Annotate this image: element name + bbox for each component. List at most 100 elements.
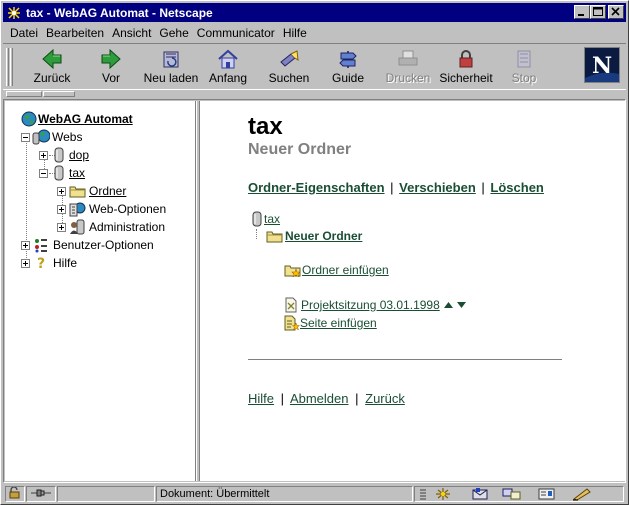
page-subtitle: Neuer Ordner <box>248 141 352 158</box>
navigation-toolbar: Zurück Vor Neu laden Anfang Suchen Guide… <box>3 43 626 90</box>
forward-button[interactable]: Vor <box>82 46 140 88</box>
expand-toggle[interactable] <box>57 222 66 232</box>
collapse-toggle[interactable] <box>39 168 48 178</box>
navigation-frame[interactable]: WebAG Automat Webs dop tax Ordner Web-Op… <box>5 101 196 481</box>
maximize-icon <box>593 7 603 16</box>
insert-page-item[interactable]: Seite einfügen <box>284 315 377 331</box>
menu-bar: Datei Bearbeiten Ansicht Gehe Communicat… <box>3 23 626 42</box>
new-folder-icon <box>284 265 301 277</box>
back-button[interactable]: Zurück <box>23 46 81 88</box>
menu-bearbeiten[interactable]: Bearbeiten <box>42 26 108 40</box>
progress-area <box>57 486 155 502</box>
expand-toggle[interactable] <box>57 204 66 214</box>
tree-item-hilfe[interactable]: ? Hilfe <box>21 254 77 272</box>
reload-button[interactable]: Neu laden <box>142 46 200 88</box>
web-options-icon <box>69 202 86 217</box>
expand-toggle[interactable] <box>39 150 48 160</box>
tree-item-benutzer-optionen[interactable]: Benutzer-Optionen <box>21 236 154 254</box>
print-icon <box>398 50 418 66</box>
divider <box>248 359 562 361</box>
toolbar-grip[interactable] <box>6 48 9 86</box>
close-button[interactable] <box>608 5 624 19</box>
print-button[interactable]: Drucken <box>379 46 437 88</box>
unlocked-padlock-icon <box>9 487 20 499</box>
menu-communicator[interactable]: Communicator <box>193 26 279 40</box>
administration-icon <box>70 219 85 235</box>
tree-item-dop[interactable]: dop <box>39 146 89 164</box>
help-question-icon: ? <box>37 256 45 271</box>
tree-item-web-optionen[interactable]: Web-Optionen <box>57 200 166 218</box>
tree-item-webs[interactable]: Webs <box>21 128 82 146</box>
guide-signpost-icon <box>339 51 357 68</box>
move-up-arrow-icon[interactable] <box>443 301 454 309</box>
collapse-toggle[interactable] <box>21 132 30 142</box>
menu-hilfe[interactable]: Hilfe <box>279 26 311 40</box>
stop-button[interactable]: Stop <box>495 46 553 88</box>
title-bar[interactable]: tax - WebAG Automat - Netscape <box>3 3 626 22</box>
toolbar-tab[interactable] <box>43 91 75 97</box>
security-button[interactable]: Sicherheit <box>437 46 495 88</box>
tree-item-ordner[interactable]: Ordner <box>57 182 126 200</box>
svg-text:N: N <box>592 53 612 79</box>
tree-hilfe-label: Hilfe <box>53 256 78 270</box>
maximize-button[interactable] <box>590 5 606 19</box>
page-link: Projektsitzung 03.01.1998 <box>301 298 440 312</box>
content-tree-folder[interactable]: Neuer Ordner <box>266 229 362 243</box>
expand-toggle[interactable] <box>57 186 66 196</box>
minimize-button[interactable] <box>574 5 590 19</box>
back-arrow-icon <box>42 48 62 70</box>
move-down-arrow-icon[interactable] <box>456 301 467 309</box>
footer-links: Hilfe | Abmelden | Zurück <box>248 391 405 406</box>
svg-text:?: ? <box>37 256 45 271</box>
edit-pencil-component-icon[interactable] <box>571 487 593 501</box>
insert-folder-link: Ordner einfügen <box>302 263 389 277</box>
netscape-logo[interactable]: N <box>584 47 620 83</box>
connection-status[interactable] <box>26 486 56 502</box>
tree-item-root[interactable]: WebAG Automat <box>21 110 133 128</box>
page-item[interactable]: Projektsitzung 03.01.1998 <box>284 297 467 313</box>
folder-actions: Ordner-Eigenschaften | Verschieben | Lös… <box>248 180 544 195</box>
tree-web-optionen-label: Web-Optionen <box>89 202 167 216</box>
navigator-component-icon[interactable] <box>435 487 453 501</box>
folder-properties-link[interactable]: Ordner-Eigenschaften <box>248 180 385 195</box>
toolbar-grip[interactable] <box>10 48 13 86</box>
footer-logout-link[interactable]: Abmelden <box>290 391 349 406</box>
security-status[interactable] <box>5 486 25 502</box>
status-text: Dokument: Übermittelt <box>156 486 413 502</box>
menu-ansicht[interactable]: Ansicht <box>108 26 155 40</box>
move-link[interactable]: Verschieben <box>399 180 476 195</box>
content-tree-root[interactable]: tax <box>252 211 280 227</box>
expand-toggle[interactable] <box>21 258 30 268</box>
composer-component-icon[interactable] <box>537 487 557 501</box>
menu-gehe[interactable]: Gehe <box>155 26 192 40</box>
tree-tax-label: tax <box>69 166 86 180</box>
home-button[interactable]: Anfang <box>199 46 257 88</box>
folder-icon <box>69 186 86 198</box>
delete-link[interactable]: Löschen <box>490 180 543 195</box>
tree-benutzer-optionen-label: Benutzer-Optionen <box>53 238 154 252</box>
search-button[interactable]: Suchen <box>260 46 318 88</box>
forward-arrow-icon <box>101 48 121 70</box>
nav-tree: WebAG Automat Webs dop tax Ordner Web-Op… <box>5 101 195 481</box>
tree-item-tax[interactable]: tax <box>39 164 85 182</box>
webs-server-icon <box>32 129 50 145</box>
netscape-app-icon <box>6 5 22 21</box>
home-icon <box>218 49 238 69</box>
mail-component-icon[interactable] <box>471 487 491 501</box>
padlock-icon <box>459 50 473 68</box>
tree-administration-label: Administration <box>89 220 166 234</box>
minimize-icon <box>578 14 584 16</box>
discussion-component-icon[interactable] <box>501 487 523 501</box>
guide-button[interactable]: Guide <box>319 46 377 88</box>
netscape-n-icon: N <box>585 48 619 82</box>
footer-back-link[interactable]: Zurück <box>365 391 405 406</box>
search-flashlight-icon <box>280 50 299 67</box>
expand-toggle[interactable] <box>21 240 30 250</box>
toolbar-tab[interactable] <box>6 91 42 97</box>
tree-item-administration[interactable]: Administration <box>57 218 165 236</box>
insert-folder-item[interactable]: Ordner einfügen <box>284 263 389 277</box>
menu-datei[interactable]: Datei <box>3 26 42 40</box>
footer-help-link[interactable]: Hilfe <box>248 391 274 406</box>
content-frame: tax Neuer Ordner Ordner-Eigenschaften | … <box>200 101 625 481</box>
browser-window: tax - WebAG Automat - Netscape Datei Bea… <box>0 0 629 505</box>
